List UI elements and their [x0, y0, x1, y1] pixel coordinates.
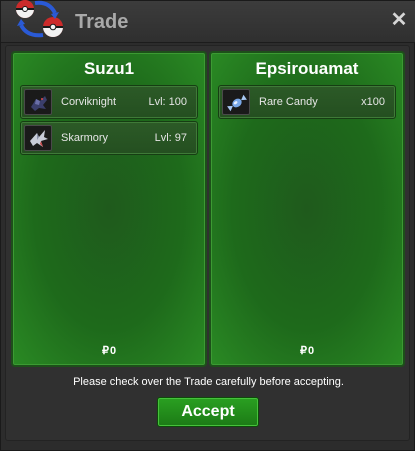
item-icon-frame	[24, 125, 52, 151]
item-name: Corviknight	[61, 96, 117, 108]
trade-logo-icon	[16, 0, 63, 38]
item-name: Skarmory	[61, 132, 109, 144]
item-level: Lvl: 100	[148, 96, 187, 108]
trade-notice: Please check over the Trade carefully be…	[73, 376, 344, 388]
currency-symbol: ₽	[101, 345, 109, 357]
trade-item-row[interactable]: Corviknight Lvl: 100	[20, 85, 198, 119]
item-icon-frame	[222, 89, 250, 115]
money-amount: 0	[307, 345, 315, 357]
trade-item-row[interactable]: Rare Candy x100	[218, 85, 396, 119]
item-icon-frame	[24, 89, 52, 115]
left-money: ₽0	[13, 344, 205, 357]
item-name: Rare Candy	[259, 96, 318, 108]
money-amount: 0	[109, 345, 117, 357]
accept-button[interactable]: Accept	[157, 397, 259, 427]
trade-window: Trade ✕ Suzu1 Corviknight Lvl: 100 Skarm…	[0, 0, 415, 451]
right-trade-panel: Epsirouamat Rare Candy x100 ₽0	[209, 51, 405, 367]
currency-symbol: ₽	[299, 345, 307, 357]
right-player-name: Epsirouamat	[255, 59, 359, 78]
left-player-name: Suzu1	[83, 59, 135, 78]
window-title: Trade	[75, 11, 129, 33]
item-level: Lvl: 97	[154, 132, 187, 144]
close-icon[interactable]: ✕	[390, 10, 408, 30]
title-bar[interactable]: Trade ✕	[1, 0, 415, 43]
corviknight-icon	[31, 96, 47, 111]
rare-candy-icon	[227, 94, 247, 112]
skarmory-icon	[30, 130, 48, 147]
item-quantity: x100	[361, 96, 385, 108]
right-money: ₽0	[211, 344, 403, 357]
left-trade-panel: Suzu1 Corviknight Lvl: 100 Skarmory Lvl:…	[11, 51, 207, 367]
trade-item-row[interactable]: Skarmory Lvl: 97	[20, 121, 198, 155]
